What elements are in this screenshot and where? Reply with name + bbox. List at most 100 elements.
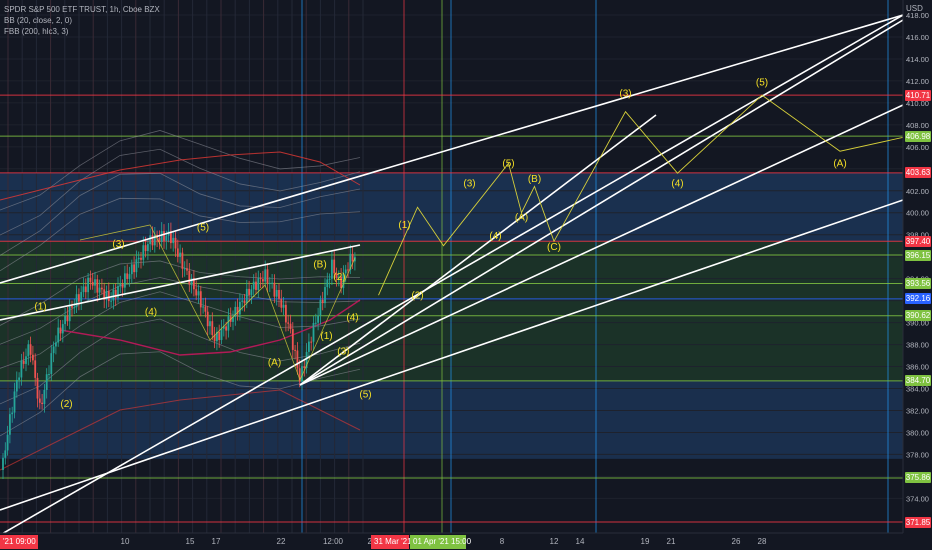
time-tick-label: 19: [641, 537, 650, 546]
candle-body: [197, 291, 200, 296]
candle-body: [282, 304, 285, 308]
fbb-indicator-label[interactable]: FBB (200, hlc3, 3): [4, 26, 160, 37]
candle-body: [262, 279, 264, 282]
price-tick-label: 378.00: [906, 450, 929, 459]
candle-body: [319, 299, 322, 316]
price-tick-label: 416.00: [906, 33, 929, 42]
candle-body: [45, 374, 48, 390]
price-level-badge[interactable]: 371.85: [905, 516, 931, 528]
currency-label: USD: [906, 4, 923, 13]
time-tick-label: 21: [667, 537, 676, 546]
wave-label: (A): [833, 159, 846, 170]
candle-body: [312, 322, 315, 342]
candle-body: [36, 377, 39, 399]
candle-body: [252, 281, 255, 290]
time-badge[interactable]: 31 Mar '21: [371, 535, 412, 549]
price-level-badge[interactable]: 397.40: [905, 235, 931, 247]
candle-body: [112, 289, 115, 301]
candle-body: [202, 306, 204, 308]
candle-body: [285, 304, 287, 323]
candle-body: [271, 282, 273, 284]
price-tick-label: 408.00: [906, 121, 929, 130]
candle-body: [78, 294, 80, 302]
candle-body: [66, 315, 69, 322]
candle-body: [64, 315, 66, 325]
candle-body: [266, 269, 269, 284]
time-tick-label: 12:00: [323, 537, 344, 546]
candle-body: [160, 231, 163, 242]
candle-body: [144, 245, 147, 252]
wave-label: (4): [145, 307, 157, 318]
candle-body: [128, 274, 131, 279]
price-level-badge[interactable]: 403.63: [905, 167, 931, 179]
candle-body: [124, 273, 126, 288]
candle-body: [314, 322, 317, 324]
candle-body: [163, 231, 165, 241]
price-level-badge[interactable]: 390.62: [905, 310, 931, 322]
candle-body: [91, 281, 94, 286]
candle-body: [255, 281, 257, 290]
price-tick-label: 406.00: [906, 143, 929, 152]
candle-body: [133, 264, 135, 273]
candle-body: [87, 277, 89, 293]
candle-body: [52, 346, 55, 354]
candle-body: [34, 360, 37, 378]
bb-indicator-label[interactable]: BB (20, close, 2, 0): [4, 15, 160, 26]
candle-body: [55, 342, 57, 347]
candle-body: [220, 328, 223, 341]
price-level-badge[interactable]: 393.56: [905, 277, 931, 289]
candle-body: [186, 268, 188, 271]
candle-body: [287, 322, 290, 324]
candle-body: [107, 290, 110, 302]
candle-body: [59, 327, 62, 334]
wave-label: (A): [268, 357, 281, 368]
candle-body: [289, 323, 292, 330]
candle-body: [32, 354, 34, 361]
candle-body: [188, 270, 191, 285]
chart-legend: SPDR S&P 500 ETF TRUST, 1h, Cboe BZX BB …: [4, 4, 160, 37]
candle-body: [239, 301, 241, 315]
candle-body: [296, 350, 299, 369]
candle-body: [84, 286, 87, 293]
wave-label: (2): [333, 272, 345, 283]
wave-label: (3): [112, 239, 124, 250]
candle-body: [278, 289, 280, 299]
time-badge[interactable]: 01 Apr '21 15:00: [410, 535, 471, 549]
wave-label: (3): [619, 88, 631, 99]
price-level-badge[interactable]: 406.98: [905, 130, 931, 142]
candle-body: [29, 344, 32, 355]
candle-body: [2, 457, 4, 470]
candle-body: [137, 257, 140, 260]
candle-body: [303, 366, 306, 369]
wave-label: (1): [398, 220, 410, 231]
candle-body: [89, 277, 92, 282]
candle-body: [130, 264, 133, 275]
price-level-badge[interactable]: 410.71: [905, 89, 931, 101]
candle-body: [273, 282, 276, 297]
candle-body: [149, 235, 152, 245]
time-tick-label: 26: [732, 537, 741, 546]
price-tick-label: 386.00: [906, 363, 929, 372]
price-level-badge[interactable]: 375.86: [905, 472, 931, 484]
time-tick-label: 17: [212, 537, 221, 546]
candle-body: [68, 305, 71, 322]
price-tick-label: 414.00: [906, 55, 929, 64]
wave-label: (5): [359, 389, 371, 400]
time-badge[interactable]: '21 09:00: [0, 535, 38, 549]
price-tick-label: 388.00: [906, 341, 929, 350]
price-level-badge[interactable]: 384.70: [905, 375, 931, 387]
time-tick-label: 12: [550, 537, 559, 546]
price-level-badge[interactable]: 396.15: [905, 249, 931, 261]
candle-body: [275, 289, 278, 297]
candle-body: [190, 278, 193, 285]
candle-body: [280, 298, 283, 308]
price-tick-label: 412.00: [906, 77, 929, 86]
wave-label: (4): [489, 231, 501, 242]
candle-body: [121, 283, 124, 288]
candle-body: [183, 268, 186, 270]
price-chart-canvas[interactable]: (1) (2) (3) (4) (5) (A) (B) (2) (4) (1) (3) (5) (1) (…: [0, 0, 932, 550]
wave-label: (5): [502, 159, 514, 170]
symbol-title[interactable]: SPDR S&P 500 ETF TRUST, 1h, Cboe BZX: [4, 4, 160, 15]
price-level-badge[interactable]: 392.16: [905, 293, 931, 305]
candle-body: [135, 259, 138, 273]
